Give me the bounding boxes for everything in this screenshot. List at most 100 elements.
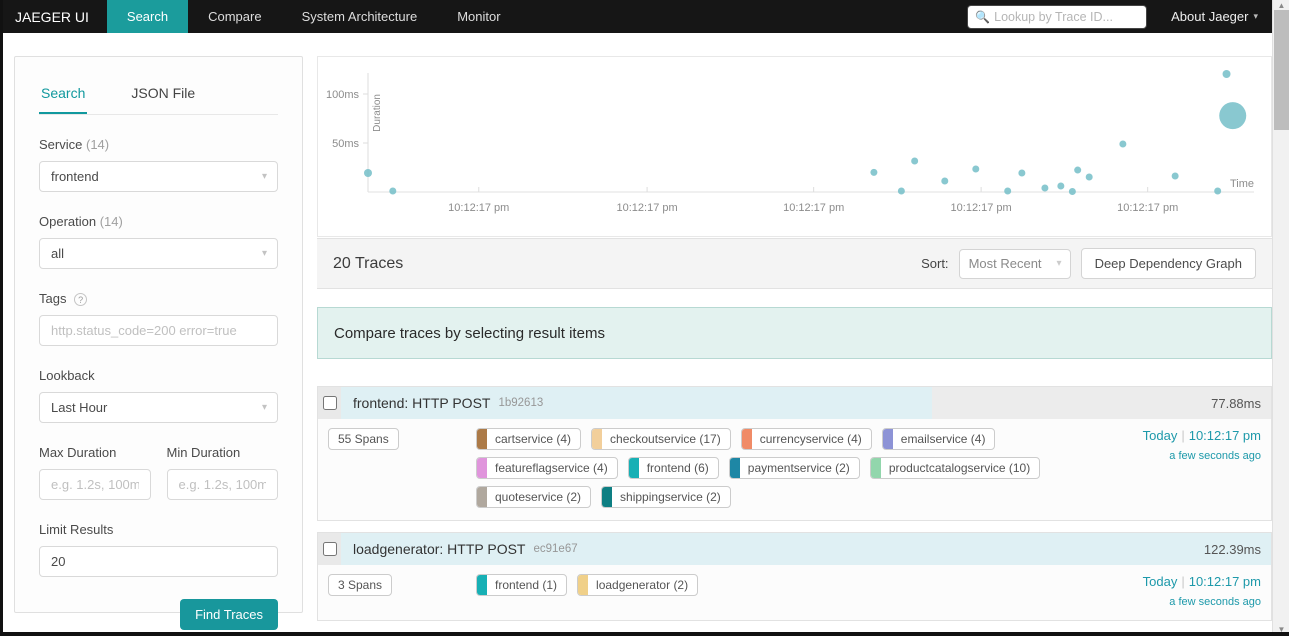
trace-scatter-point[interactable]: [389, 187, 397, 195]
trace-checkbox-cell: [318, 387, 341, 419]
trace-result-card[interactable]: frontend: HTTP POST066341b3.55ms: [317, 632, 1272, 636]
trace-card-body: 55 Spans cartservice (4) checkoutservice (…: [318, 419, 1271, 520]
trace-select-checkbox[interactable]: [322, 542, 337, 556]
trace-scatter-point[interactable]: [1085, 173, 1093, 181]
service-tag-pill[interactable]: productcatalogservice (10): [869, 457, 1041, 479]
jaeger-ui-page: JAEGER UI Search Compare System Architec…: [0, 0, 1289, 636]
limit-results-input[interactable]: [51, 554, 266, 569]
x-tick-label: 10:12:17 pm: [951, 202, 1012, 214]
app-brand[interactable]: JAEGER UI: [3, 0, 107, 33]
service-tag-pill[interactable]: currencyservice (4): [740, 428, 872, 450]
service-color-swatch: [477, 458, 487, 478]
service-tag-pill[interactable]: loadgenerator (2): [577, 574, 699, 596]
trace-scatter-point[interactable]: [1068, 188, 1076, 196]
lookback-select-value: Last Hour: [51, 400, 108, 415]
x-axis-title: Time: [1230, 178, 1254, 190]
service-tag-label: shippingservice (2): [620, 490, 721, 504]
trace-date-link[interactable]: Today: [1143, 428, 1178, 443]
trace-scatter-point[interactable]: [364, 168, 372, 177]
nav-tab-system-architecture[interactable]: System Architecture: [282, 0, 438, 33]
service-tag-pill[interactable]: featureflagservice (4): [476, 457, 618, 479]
trace-scatter-point[interactable]: [1074, 166, 1082, 174]
trace-scatter-point[interactable]: [1041, 184, 1049, 192]
trace-scatter-point[interactable]: [941, 177, 949, 185]
trace-name[interactable]: frontend: HTTP POST: [353, 395, 490, 411]
trace-scatter-point[interactable]: [1057, 182, 1065, 190]
trace-select-checkbox[interactable]: [322, 396, 337, 410]
span-count-pill: 55 Spans: [328, 428, 399, 450]
scrollbar-down-arrow[interactable]: ▼: [1273, 625, 1289, 632]
trace-scatter-point[interactable]: [1119, 140, 1127, 148]
trace-date-link[interactable]: Today: [1143, 574, 1178, 589]
trace-time-link[interactable]: 10:12:17 pm: [1189, 428, 1261, 443]
scrollbar-up-arrow[interactable]: ▲: [1273, 1, 1289, 10]
help-icon[interactable]: ?: [74, 293, 88, 306]
sort-select[interactable]: Most Recent ▾: [958, 248, 1071, 279]
trace-duration-bar[interactable]: frontend: HTTP POST 1b92613 77.88ms: [341, 387, 1271, 419]
trace-name[interactable]: loadgenerator: HTTP POST: [353, 541, 525, 557]
service-tag-label: loadgenerator (2): [596, 578, 689, 592]
nav-tab-compare[interactable]: Compare: [188, 0, 281, 33]
service-select[interactable]: frontend ▾: [39, 161, 278, 192]
service-color-swatch: [477, 487, 487, 507]
service-tag-pill[interactable]: shippingservice (2): [601, 486, 731, 508]
x-tick-label: 10:12:17 pm: [617, 202, 678, 214]
content-area: Search JSON File Service (14) frontend ▾…: [3, 33, 1272, 632]
max-duration-input[interactable]: [51, 477, 139, 492]
service-tag-pill[interactable]: frontend (1): [476, 574, 568, 596]
trace-result-card[interactable]: frontend: HTTP POST 1b92613 77.88ms 55 Span…: [317, 386, 1272, 521]
trace-scatter-point[interactable]: [1004, 187, 1012, 195]
nav-tab-monitor[interactable]: Monitor: [437, 0, 520, 33]
nav-tab-search[interactable]: Search: [106, 0, 189, 33]
service-tag-pill[interactable]: emailservice (4): [881, 428, 996, 450]
trace-scatter-point[interactable]: [870, 168, 878, 176]
max-duration-label: Max Duration: [39, 445, 117, 460]
service-color-swatch: [592, 429, 603, 449]
service-tag-pill[interactable]: quoteservice (2): [476, 486, 592, 508]
service-tag-label: productcatalogservice (10): [888, 461, 1031, 475]
trace-service-tags: cartservice (4) checkoutservice (17) curre…: [476, 428, 1075, 508]
trace-scatter-point[interactable]: [911, 157, 919, 165]
top-navbar: JAEGER UI Search Compare System Architec…: [3, 0, 1272, 33]
trace-scatter-point[interactable]: [1171, 172, 1179, 180]
separator: |: [1181, 574, 1185, 589]
min-duration-label: Min Duration: [166, 445, 241, 460]
trace-scatter-point[interactable]: [897, 187, 905, 195]
service-tag-pill[interactable]: checkoutservice (17): [591, 428, 731, 450]
service-color-swatch: [477, 575, 487, 595]
find-traces-button[interactable]: Find Traces: [180, 599, 278, 630]
scatter-plot-svg[interactable]: 50ms 100ms 10:12:17 pm 10:12:17 pm 10:12:17 …: [318, 57, 1255, 236]
tab-json-file[interactable]: JSON File: [129, 79, 197, 114]
service-tag-label: quoteservice (2): [495, 490, 582, 504]
service-tag-pill[interactable]: frontend (6): [627, 457, 719, 479]
trace-scatter-point[interactable]: [972, 165, 980, 173]
service-tag-label: cartservice (4): [495, 432, 572, 446]
trace-spans-cell: 3 Spans: [328, 574, 476, 608]
search-form-card: Search JSON File Service (14) frontend ▾…: [14, 56, 303, 630]
trace-result-card[interactable]: loadgenerator: HTTP POST ec91e67 122.39ms 3…: [317, 532, 1272, 621]
service-tag-pill[interactable]: cartservice (4): [476, 428, 582, 450]
trace-scatter-point[interactable]: [1214, 187, 1222, 195]
search-icon: 🔍: [975, 9, 991, 24]
tab-search[interactable]: Search: [39, 79, 88, 114]
trace-scatter-point[interactable]: [1219, 102, 1247, 130]
service-tag-pill[interactable]: paymentservice (2): [728, 457, 860, 479]
trace-scatter-point[interactable]: [1018, 169, 1026, 177]
min-duration-input[interactable]: [178, 477, 266, 492]
about-jaeger-menu[interactable]: About Jaeger ▾: [1171, 9, 1258, 24]
trace-scatter-point[interactable]: [1222, 70, 1231, 79]
operation-select[interactable]: all ▾: [39, 238, 278, 269]
lookback-select[interactable]: Last Hour ▾: [39, 392, 278, 423]
trace-date-time[interactable]: Today | 10:12:17 pm: [1075, 574, 1261, 589]
vertical-scrollbar[interactable]: ▲ ▼: [1272, 0, 1289, 632]
service-color-swatch: [578, 575, 589, 595]
trace-lookup-input[interactable]: [967, 4, 1148, 29]
deep-dependency-graph-button[interactable]: Deep Dependency Graph: [1080, 248, 1256, 279]
limit-results-label: Limit Results: [39, 522, 114, 537]
tags-input[interactable]: [51, 323, 266, 338]
trace-time-link[interactable]: 10:12:17 pm: [1189, 574, 1261, 589]
trace-duration-bar[interactable]: loadgenerator: HTTP POST ec91e67 122.39ms: [341, 533, 1271, 565]
trace-date-time[interactable]: Today | 10:12:17 pm: [1075, 428, 1261, 443]
scrollbar-thumb[interactable]: [1274, 10, 1289, 130]
chevron-down-icon: ▾: [261, 402, 267, 413]
